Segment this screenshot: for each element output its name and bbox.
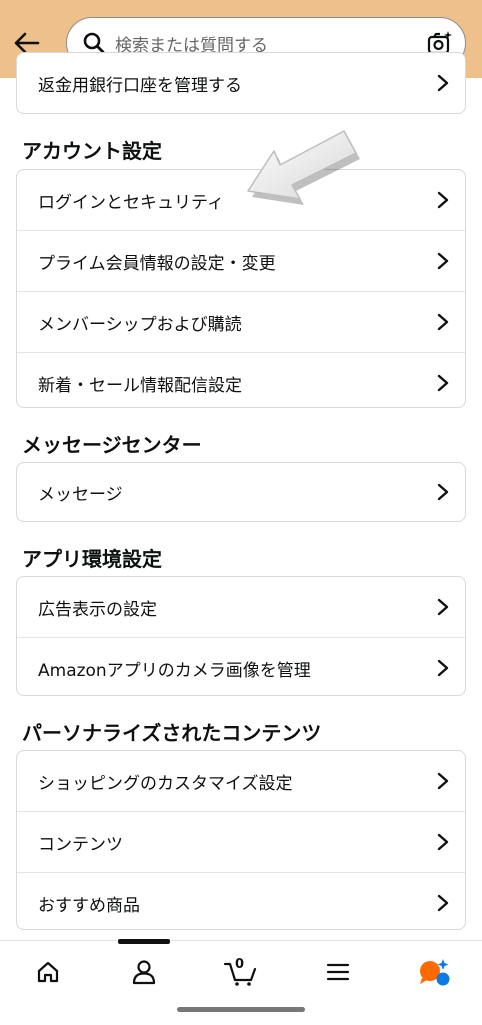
bottom-navigation: 0 [0, 939, 482, 1025]
chevron-right-icon [437, 374, 449, 392]
section-title-personalized-content: パーソナライズされたコンテンツ [22, 721, 322, 745]
chevron-right-icon [437, 483, 449, 501]
item-label: メッセージ [38, 484, 123, 505]
section-title-account-settings: アカウント設定 [22, 139, 162, 163]
item-label: プライム会員情報の設定・変更 [38, 253, 276, 274]
menu-icon[interactable] [318, 955, 358, 989]
chevron-right-icon [437, 772, 449, 790]
section-title-app-preferences: アプリ環境設定 [22, 547, 162, 571]
list-item-content[interactable]: コンテンツ [17, 812, 465, 873]
active-tab-indicator [118, 939, 170, 944]
message-center-card: メッセージ [16, 462, 466, 522]
item-label: メンバーシップおよび購読 [38, 314, 242, 335]
search-icon [83, 32, 105, 54]
home-icon[interactable] [28, 955, 68, 989]
list-item-notification-settings[interactable]: 新着・セール情報配信設定 [17, 353, 465, 413]
personalized-content-card: ショッピングのカスタマイズ設定 コンテンツ おすすめ商品 [16, 750, 466, 930]
list-item-prime-settings[interactable]: プライム会員情報の設定・変更 [17, 231, 465, 292]
chevron-right-icon [437, 252, 449, 270]
list-item-ad-preferences[interactable]: 広告表示の設定 [17, 577, 465, 638]
item-label: Amazonアプリのカメラ画像を管理 [38, 660, 311, 681]
chevron-right-icon [437, 894, 449, 912]
list-item[interactable]: 返金用銀行口座を管理する [17, 53, 465, 113]
account-icon[interactable] [124, 955, 164, 989]
chevron-right-icon [437, 313, 449, 331]
list-item-memberships[interactable]: メンバーシップおよび購読 [17, 292, 465, 353]
item-label: ログインとセキュリティ [38, 192, 224, 213]
app-preferences-card: 広告表示の設定 Amazonアプリのカメラ画像を管理 [16, 576, 466, 696]
chevron-right-icon [437, 74, 449, 92]
item-label: 新着・セール情報配信設定 [38, 375, 242, 396]
item-label: ショッピングのカスタマイズ設定 [38, 773, 293, 794]
cart-count-badge: 0 [235, 957, 245, 972]
item-label: コンテンツ [38, 834, 123, 855]
system-home-indicator[interactable] [177, 1007, 305, 1012]
list-item-shopping-customization[interactable]: ショッピングのカスタマイズ設定 [17, 751, 465, 812]
ai-assistant-icon[interactable] [414, 955, 454, 989]
chevron-right-icon [437, 191, 449, 209]
chevron-right-icon [437, 659, 449, 677]
chevron-right-icon [437, 833, 449, 851]
pointer-arrow-icon [247, 130, 360, 205]
chevron-right-icon [437, 598, 449, 616]
list-item-camera-images[interactable]: Amazonアプリのカメラ画像を管理 [17, 638, 465, 698]
item-label: おすすめ商品 [38, 895, 140, 916]
item-label: 返金用銀行口座を管理する [38, 75, 242, 96]
section-title-message-center: メッセージセンター [22, 433, 202, 457]
item-label: 広告表示の設定 [38, 599, 157, 620]
list-item-messages[interactable]: メッセージ [17, 463, 465, 521]
cart-icon[interactable]: 0 [220, 955, 260, 989]
list-item-recommended-products[interactable]: おすすめ商品 [17, 873, 465, 933]
refund-bank-card: 返金用銀行口座を管理する [16, 52, 466, 114]
